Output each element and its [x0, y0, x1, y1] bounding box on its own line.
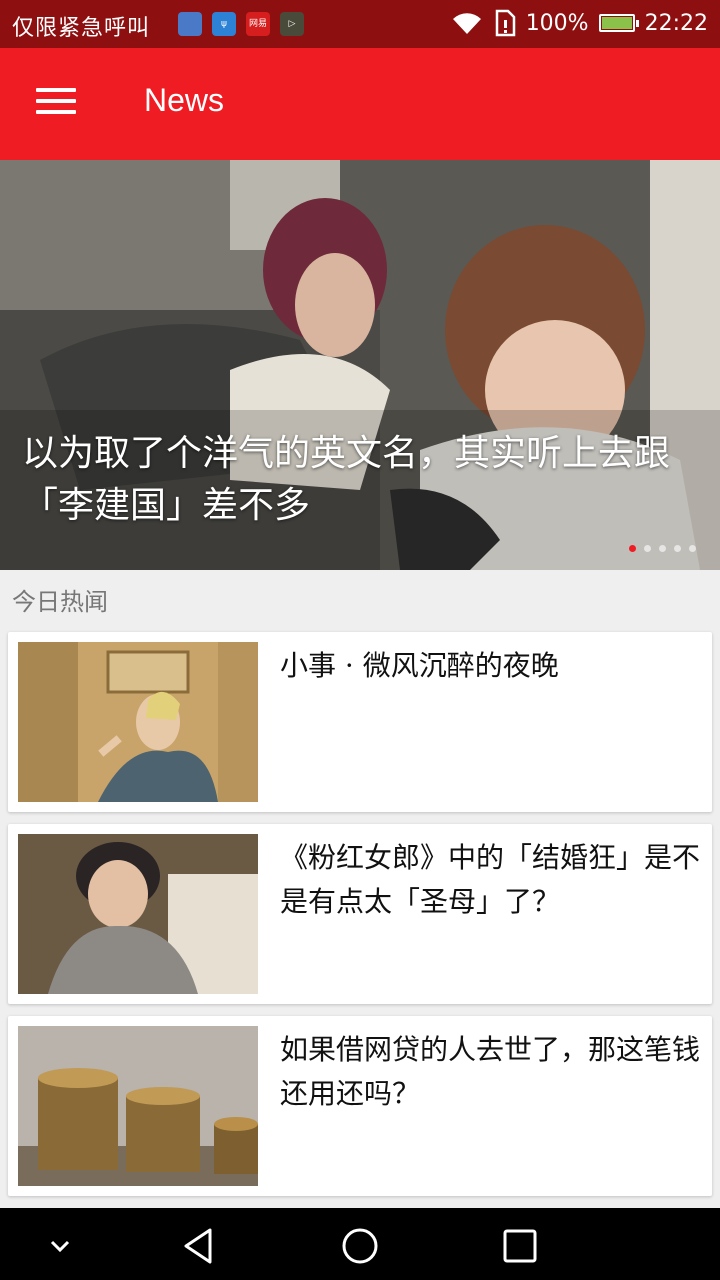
banner-carousel[interactable]: 以为取了个洋气的英文名，其实听上去跟「李建国」差不多 [0, 160, 720, 570]
status-bar: 仅限紧急呼叫 ψ 网易 ▷ 100% 22:22 [0, 0, 720, 48]
clock: 22:22 [644, 10, 708, 36]
carousel-dot [659, 545, 666, 552]
carousel-dot [629, 545, 636, 552]
article-card[interactable]: 小事 · 微风沉醉的夜晚 [8, 632, 712, 812]
back-icon[interactable] [180, 1226, 220, 1266]
health-app-icon [178, 12, 202, 36]
carousel-dot [644, 545, 651, 552]
article-thumbnail [18, 1026, 258, 1186]
navigation-bar [0, 1208, 720, 1280]
sim-card-icon [495, 9, 515, 37]
carrier-label: 仅限紧急呼叫 [12, 16, 151, 41]
page-title: News [144, 82, 225, 118]
battery-percent: 100% [525, 10, 589, 36]
wifi-icon [452, 13, 481, 35]
article-card[interactable]: 《粉红女郎》中的「结婚狂」是不是有点太「圣母」了？ [8, 824, 712, 1004]
carousel-dot [674, 545, 681, 552]
article-thumbnail [18, 834, 258, 994]
battery-level [601, 17, 632, 29]
article-title: 如果借网贷的人去世了，那这笔钱还用还吗？ [280, 1033, 701, 1110]
carousel-dot [689, 545, 696, 552]
collapse-icon[interactable] [40, 1226, 80, 1266]
article-card[interactable]: 如果借网贷的人去世了，那这笔钱还用还吗？ [8, 1016, 712, 1196]
banner-caption: 以为取了个洋气的英文名，其实听上去跟「李建国」差不多 [22, 433, 671, 526]
notification-icons: ψ 网易 ▷ [178, 12, 304, 36]
video-app-icon: ▷ [280, 12, 304, 36]
app-bar: News [0, 48, 720, 160]
battery-icon [598, 14, 639, 32]
home-icon[interactable] [340, 1226, 380, 1266]
article-title: 小事 · 微风沉醉的夜晚 [280, 649, 559, 682]
usb-icon: ψ [212, 12, 236, 36]
section-title: 今日热闻 [12, 588, 108, 616]
netease-news-icon: 网易 [246, 12, 270, 36]
article-title: 《粉红女郎》中的「结婚狂」是不是有点太「圣母」了？ [280, 841, 701, 918]
carousel-indicator [629, 545, 696, 552]
recents-icon[interactable] [500, 1226, 540, 1266]
menu-icon[interactable] [36, 88, 76, 120]
article-thumbnail [18, 642, 258, 802]
